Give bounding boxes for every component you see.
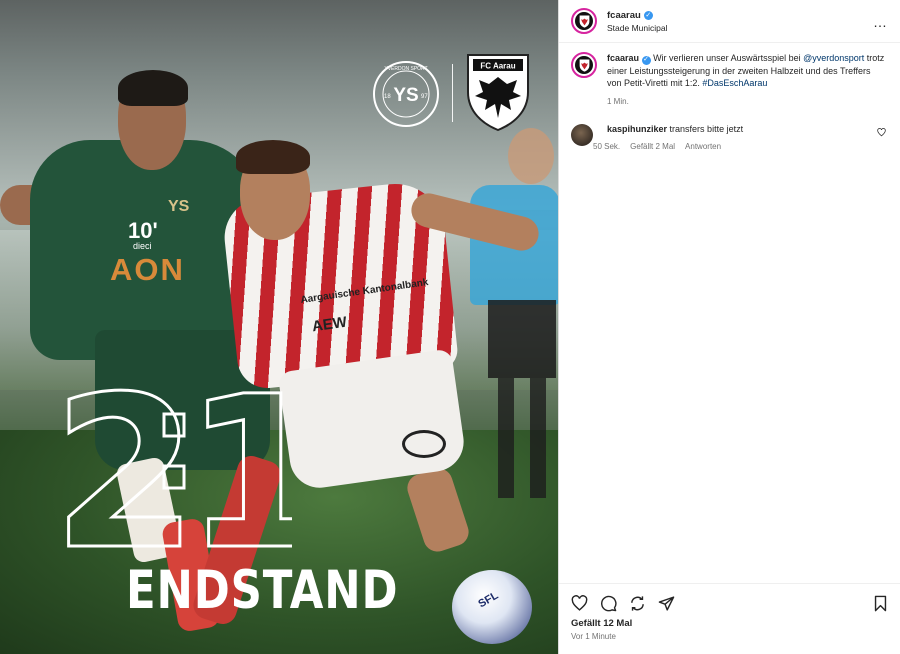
fc-aarau-crest-icon — [579, 14, 589, 28]
aarau-crest-text: FC Aarau — [480, 62, 515, 71]
post-header: fcaarau ✓ Stade Municipal … — [559, 0, 900, 43]
repost-icon[interactable] — [629, 595, 646, 612]
post-location[interactable]: Stade Municipal — [607, 23, 667, 33]
crest-divider — [452, 64, 453, 122]
post-image[interactable]: YS 10' dieci AON Aargauische Kantonalban… — [0, 0, 558, 654]
post-sidebar: fcaarau ✓ Stade Municipal … fcaarau ✓ Wi… — [558, 0, 900, 654]
account-avatar[interactable] — [571, 8, 597, 34]
commenter-avatar[interactable] — [571, 124, 593, 147]
bookmark-icon[interactable] — [872, 595, 889, 612]
referee-leg — [498, 378, 514, 498]
toyota-logo-icon — [402, 430, 446, 458]
yverdon-initials: YS — [393, 85, 418, 106]
comment-item: kaspihunziker transfers bitte jetzt 50 S… — [559, 108, 900, 151]
referee-head — [508, 128, 554, 184]
instagram-post: YS 10' dieci AON Aargauische Kantonalban… — [0, 0, 900, 654]
heart-icon[interactable] — [571, 594, 588, 612]
red-player-shorts — [277, 348, 468, 492]
yverdon-year-right: 97 — [421, 94, 428, 100]
fc-aarau-crest-icon: FC Aarau — [467, 54, 529, 132]
more-icon[interactable]: … — [873, 14, 888, 30]
post-caption: fcaarau ✓ Wir verlieren unser Auswärtssp… — [559, 43, 900, 108]
yverdon-crest-text: YVERDON SPORT — [384, 66, 427, 72]
referee-shorts — [488, 300, 556, 378]
red-player-hair — [236, 140, 310, 174]
likes-count[interactable]: Gefällt 12 Mal — [571, 618, 889, 629]
score-home: 2 — [52, 356, 198, 566]
comment-reply-button[interactable]: Antworten — [685, 142, 721, 151]
caption-time: 1 Min. — [607, 96, 629, 106]
score-away: 1 — [184, 356, 292, 566]
username-text[interactable]: fcaarau — [607, 10, 641, 21]
football: SFL — [452, 570, 532, 644]
commenter-username[interactable]: kaspihunziker — [607, 124, 667, 134]
final-score: 2 1 — [52, 356, 292, 566]
referee-leg — [530, 378, 546, 498]
caption-username[interactable]: fcaarau — [607, 53, 639, 63]
green-jersey-badge: YS — [168, 198, 190, 215]
caption-avatar[interactable] — [571, 52, 597, 78]
post-author-username[interactable]: fcaarau ✓ — [607, 10, 667, 21]
caption-hashtag-link[interactable]: #DasEschAarau — [702, 78, 767, 88]
share-icon[interactable] — [658, 595, 675, 612]
verified-icon: ✓ — [643, 10, 653, 20]
endstand-label: ENDSTAND — [126, 560, 399, 621]
comment-likes[interactable]: Gefällt 2 Mal — [630, 142, 675, 151]
green-player-hair — [118, 70, 188, 106]
green-jersey-sponsor-sub: dieci — [133, 241, 152, 251]
caption-mention-link[interactable]: @yverdonsport — [803, 53, 864, 63]
post-timestamp: Vor 1 Minute — [571, 632, 616, 641]
post-actions: Gefällt 12 Mal Vor 1 Minute — [559, 583, 900, 641]
yverdon-year-left: 18 — [384, 94, 391, 100]
yverdon-crest-icon: YS 18 97 YVERDON SPORT — [373, 61, 439, 127]
verified-icon: ✓ — [641, 55, 651, 65]
fc-aarau-crest-icon — [579, 58, 589, 72]
comment-icon[interactable] — [600, 595, 617, 612]
caption-text: Wir verlieren unser Auswärtsspiel bei — [653, 53, 804, 63]
comment-like-heart-icon[interactable] — [877, 128, 886, 137]
comment-text: transfers bitte jetzt — [669, 124, 744, 135]
ball-label: SFL — [476, 589, 501, 611]
comment-time: 50 Sek. — [593, 142, 621, 152]
green-jersey-sponsor: AON — [110, 252, 185, 287]
